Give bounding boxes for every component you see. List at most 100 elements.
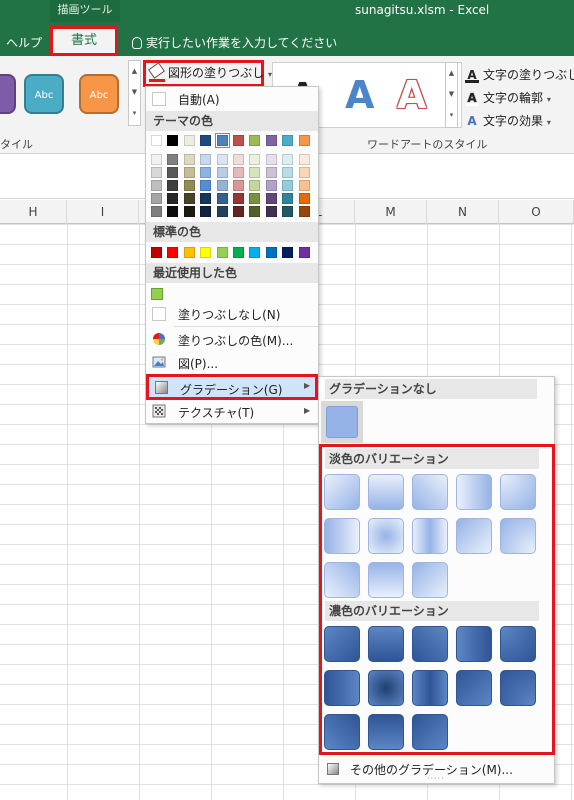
light-gradient-tile[interactable]	[412, 562, 448, 598]
shape-style-purple[interactable]	[0, 74, 16, 114]
theme-color-swatch[interactable]	[167, 135, 179, 146]
dark-gradient-tile[interactable]	[324, 714, 360, 750]
theme-color-swatch[interactable]	[265, 135, 277, 146]
menu-item-no-fill[interactable]: 塗りつぶしなし(N)	[146, 303, 318, 325]
theme-shade-swatch[interactable]	[298, 206, 310, 217]
theme-color-swatch[interactable]	[200, 135, 212, 146]
wordart-style-red-outline[interactable]: A	[397, 73, 426, 117]
column-header-m[interactable]: M	[355, 200, 427, 224]
theme-color-swatch[interactable]	[233, 135, 244, 146]
theme-shade-swatch[interactable]	[183, 206, 195, 217]
standard-color-swatch[interactable]	[216, 247, 228, 258]
theme-shade-swatch[interactable]	[233, 206, 244, 217]
scroll-up-icon[interactable]: ▲	[129, 61, 140, 82]
dark-gradient-tile[interactable]	[368, 626, 404, 662]
standard-color-swatch[interactable]	[151, 247, 162, 258]
theme-color-swatch[interactable]	[298, 135, 310, 146]
dark-gradient-tile[interactable]	[368, 714, 404, 750]
theme-shade-swatch[interactable]	[265, 154, 277, 165]
light-gradient-tile[interactable]	[324, 518, 360, 554]
light-gradient-tile[interactable]	[324, 474, 360, 510]
theme-shade-swatch[interactable]	[233, 193, 244, 204]
menu-item-gradient[interactable]: グラデーション(G) ▶	[146, 374, 318, 400]
theme-shade-swatch[interactable]	[183, 180, 195, 191]
theme-shade-swatch[interactable]	[216, 167, 228, 178]
dark-gradient-tile[interactable]	[324, 626, 360, 662]
standard-color-swatch[interactable]	[265, 247, 277, 258]
theme-shade-swatch[interactable]	[298, 154, 310, 165]
theme-shade-swatch[interactable]	[298, 193, 310, 204]
theme-color-swatch[interactable]	[183, 135, 195, 146]
light-gradient-tile[interactable]	[412, 474, 448, 510]
scroll-down-icon[interactable]: ▼	[129, 82, 140, 103]
theme-shade-swatch[interactable]	[167, 206, 179, 217]
theme-shade-swatch[interactable]	[200, 193, 212, 204]
theme-shade-swatch[interactable]	[282, 154, 294, 165]
menu-item-picture[interactable]: 図(P)...	[146, 352, 318, 374]
wordart-gallery-scroll[interactable]: ▲ ▼ ▾	[445, 62, 458, 128]
theme-shade-swatch[interactable]	[200, 206, 212, 217]
wordart-style-blue[interactable]: A	[345, 73, 374, 117]
no-gradient-option[interactable]	[321, 401, 363, 443]
dark-gradient-tile[interactable]	[412, 714, 448, 750]
recent-color-swatch[interactable]	[151, 288, 163, 300]
theme-shade-swatch[interactable]	[151, 167, 162, 178]
shape-style-orange[interactable]: Abc	[79, 74, 119, 114]
scroll-down-icon[interactable]: ▼	[446, 84, 457, 105]
scroll-up-icon[interactable]: ▲	[446, 63, 457, 84]
light-gradient-tile[interactable]	[500, 518, 536, 554]
theme-shade-swatch[interactable]	[167, 193, 179, 204]
theme-shade-swatch[interactable]	[233, 154, 244, 165]
theme-shade-swatch[interactable]	[216, 206, 228, 217]
tab-help[interactable]: ヘルプ	[6, 34, 42, 51]
tab-format[interactable]: 書式	[50, 26, 118, 56]
theme-shade-swatch[interactable]	[249, 180, 261, 191]
theme-shade-swatch[interactable]	[265, 180, 277, 191]
theme-shade-swatch[interactable]	[200, 180, 212, 191]
dark-gradient-tile[interactable]	[500, 626, 536, 662]
light-gradient-tile[interactable]	[368, 518, 404, 554]
dark-gradient-tile[interactable]	[456, 670, 492, 706]
theme-shade-swatch[interactable]	[265, 206, 277, 217]
theme-color-swatch[interactable]	[214, 133, 230, 148]
theme-shade-swatch[interactable]	[200, 154, 212, 165]
shape-fill-button[interactable]: 図形の塗りつぶし ▾	[143, 60, 272, 87]
shape-style-teal[interactable]: Abc	[24, 74, 64, 114]
dark-gradient-tile[interactable]	[456, 626, 492, 662]
theme-shade-swatch[interactable]	[282, 206, 294, 217]
light-gradient-tile[interactable]	[500, 474, 536, 510]
theme-shade-swatch[interactable]	[151, 154, 162, 165]
column-header-i[interactable]: I	[67, 200, 139, 224]
column-header-n[interactable]: N	[427, 200, 499, 224]
theme-shade-swatch[interactable]	[233, 167, 244, 178]
gallery-more-icon[interactable]: ▾	[446, 105, 457, 126]
text-outline-button[interactable]: A 文字の輪郭 ▾	[465, 89, 551, 106]
text-effects-button[interactable]: A 文字の効果 ▾	[465, 112, 551, 129]
theme-shade-swatch[interactable]	[183, 193, 195, 204]
theme-shade-swatch[interactable]	[265, 167, 277, 178]
theme-shade-swatch[interactable]	[249, 193, 261, 204]
theme-shade-swatch[interactable]	[249, 167, 261, 178]
theme-shade-swatch[interactable]	[298, 167, 310, 178]
standard-color-swatch[interactable]	[249, 247, 261, 258]
text-fill-button[interactable]: A文字の塗りつぶし ▾	[465, 66, 574, 83]
theme-color-swatch[interactable]	[151, 135, 162, 146]
theme-color-swatch[interactable]	[249, 135, 261, 146]
gallery-more-icon[interactable]: ▾	[129, 103, 140, 124]
theme-shade-swatch[interactable]	[167, 180, 179, 191]
theme-shade-swatch[interactable]	[249, 154, 261, 165]
resize-grip-icon[interactable]: ·····	[427, 774, 445, 783]
standard-color-swatch[interactable]	[200, 247, 212, 258]
standard-color-swatch[interactable]	[282, 247, 294, 258]
light-gradient-tile[interactable]	[456, 474, 492, 510]
theme-shade-swatch[interactable]	[282, 193, 294, 204]
theme-shade-swatch[interactable]	[200, 167, 212, 178]
standard-color-swatch[interactable]	[298, 247, 310, 258]
theme-shade-swatch[interactable]	[167, 154, 179, 165]
shape-styles-gallery-scroll[interactable]: ▲ ▼ ▾	[128, 60, 141, 126]
theme-shade-swatch[interactable]	[265, 193, 277, 204]
dark-gradient-tile[interactable]	[324, 670, 360, 706]
theme-color-swatch[interactable]	[282, 135, 294, 146]
standard-color-swatch[interactable]	[183, 247, 195, 258]
menu-item-texture[interactable]: テクスチャ(T) ▶	[146, 401, 318, 423]
